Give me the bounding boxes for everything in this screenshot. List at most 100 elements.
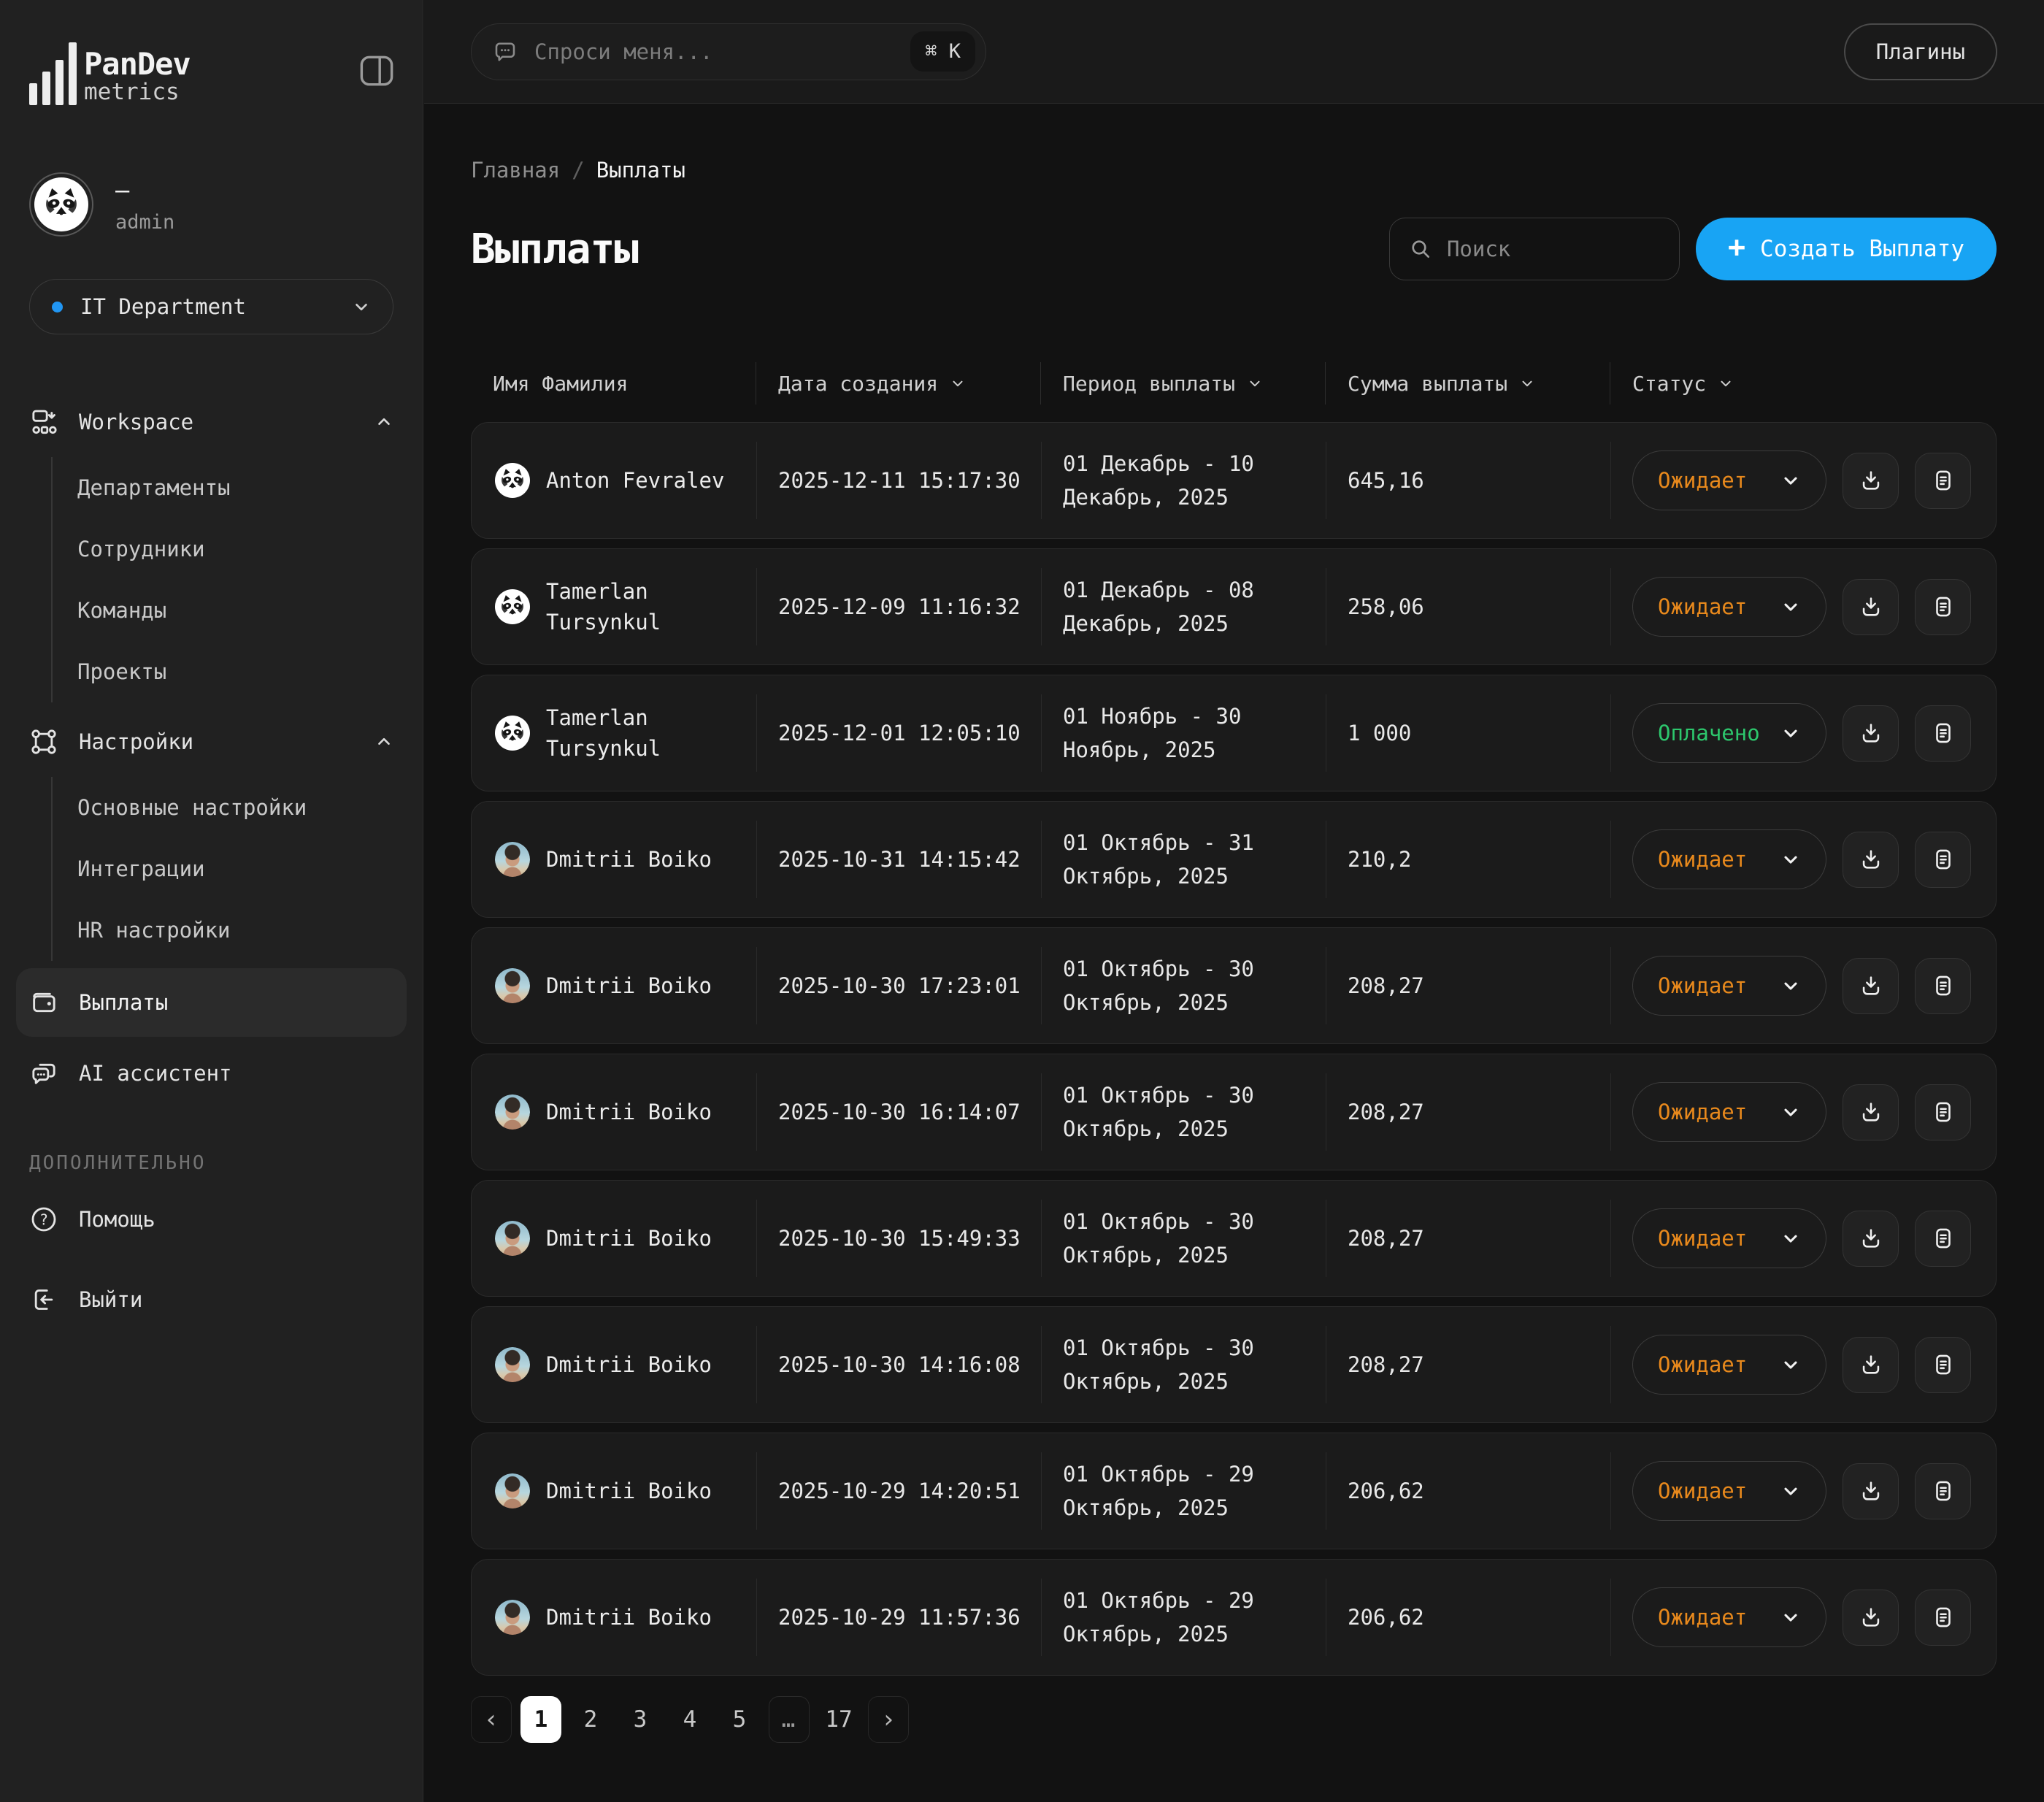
sidebar-collapse-button[interactable] bbox=[360, 55, 393, 86]
sidebar-subitem[interactable]: Департаменты bbox=[77, 457, 393, 518]
status-select[interactable]: Ожидает bbox=[1632, 1587, 1826, 1647]
sidebar-subitem[interactable]: Основные настройки bbox=[77, 777, 393, 838]
brand-name: PanDev bbox=[84, 49, 191, 80]
download-button[interactable] bbox=[1843, 958, 1899, 1014]
status-select[interactable]: Ожидает bbox=[1632, 829, 1826, 889]
pagination-item[interactable]: ‹ bbox=[471, 1696, 512, 1743]
pagination-item[interactable]: 2 bbox=[570, 1696, 611, 1743]
download-button[interactable] bbox=[1843, 1590, 1899, 1646]
created-date: 2025-10-30 15:49:33 bbox=[778, 1226, 1021, 1251]
report-button[interactable] bbox=[1915, 1084, 1971, 1140]
sidebar-subitem[interactable]: HR настройки bbox=[77, 900, 393, 961]
sidebar-subitem[interactable]: Сотрудники bbox=[77, 518, 393, 580]
column-header-status[interactable]: Статус bbox=[1610, 362, 1997, 405]
sidebar-item-label: Настройки bbox=[79, 729, 193, 754]
chevron-down-icon bbox=[1780, 470, 1801, 491]
column-header-name: Имя Фамилия bbox=[471, 362, 756, 405]
create-payment-button[interactable]: + Создать Выплату bbox=[1696, 218, 1997, 280]
payment-period: 01 Октябрь - 29 Октябрь, 2025 bbox=[1041, 1433, 1326, 1549]
download-button[interactable] bbox=[1843, 705, 1899, 762]
sidebar-item-workspace[interactable]: Workspace bbox=[29, 390, 393, 454]
employee-name: Dmitrii Boiko bbox=[546, 1602, 712, 1633]
status-select[interactable]: Ожидает bbox=[1632, 1335, 1826, 1395]
download-button[interactable] bbox=[1843, 453, 1899, 509]
ask-ai-input[interactable] bbox=[534, 39, 894, 64]
status-select[interactable]: Ожидает bbox=[1632, 1208, 1826, 1268]
download-button[interactable] bbox=[1843, 1463, 1899, 1519]
status-label: Ожидает bbox=[1658, 847, 1747, 872]
report-button[interactable] bbox=[1915, 1211, 1971, 1267]
pagination-item[interactable]: › bbox=[868, 1696, 909, 1743]
chevron-down-icon bbox=[1780, 597, 1801, 617]
avatar bbox=[29, 172, 93, 237]
download-icon bbox=[1859, 973, 1883, 998]
sidebar-item-settings[interactable]: Настройки bbox=[29, 710, 393, 774]
table-row: Dmitrii Boiko 2025-10-31 14:15:42 01 Окт… bbox=[471, 801, 1997, 918]
row-avatar bbox=[495, 842, 530, 877]
table-search[interactable] bbox=[1389, 218, 1680, 280]
sidebar-item-payments[interactable]: Выплаты bbox=[16, 968, 407, 1037]
download-button[interactable] bbox=[1843, 579, 1899, 635]
payment-period: 01 Октябрь - 30 Октябрь, 2025 bbox=[1041, 928, 1326, 1043]
download-button[interactable] bbox=[1843, 1337, 1899, 1393]
report-button[interactable] bbox=[1915, 1590, 1971, 1646]
report-button[interactable] bbox=[1915, 832, 1971, 888]
pagination-item[interactable]: 4 bbox=[669, 1696, 710, 1743]
report-button[interactable] bbox=[1915, 1463, 1971, 1519]
column-header-period[interactable]: Период выплаты bbox=[1040, 362, 1325, 405]
download-button[interactable] bbox=[1843, 1084, 1899, 1140]
department-selector[interactable]: IT Department bbox=[29, 279, 393, 334]
chevron-down-icon bbox=[352, 297, 371, 316]
payment-amount: 206,62 bbox=[1348, 1605, 1424, 1630]
pagination-item[interactable]: 1 bbox=[520, 1696, 561, 1743]
document-icon bbox=[1931, 1605, 1956, 1630]
sidebar-subitem[interactable]: Проекты bbox=[77, 641, 393, 702]
breadcrumb-home[interactable]: Главная bbox=[471, 158, 560, 183]
column-header-created[interactable]: Дата создания bbox=[756, 362, 1040, 405]
download-button[interactable] bbox=[1843, 832, 1899, 888]
workspace-subnav: ДепартаментыСотрудникиКомандыПроекты bbox=[51, 457, 393, 702]
status-label: Ожидает bbox=[1658, 594, 1747, 619]
ask-ai-search-bar[interactable]: ⌘ K bbox=[471, 23, 986, 80]
sidebar-item-help[interactable]: ? Помощь bbox=[29, 1184, 393, 1254]
status-select[interactable]: Ожидает bbox=[1632, 577, 1826, 637]
status-select[interactable]: Ожидает bbox=[1632, 1461, 1826, 1521]
report-button[interactable] bbox=[1915, 958, 1971, 1014]
sidebar-item-ai-assistant[interactable]: AI ассистент bbox=[29, 1041, 393, 1105]
status-select[interactable]: Ожидает bbox=[1632, 956, 1826, 1016]
chevron-up-icon bbox=[374, 732, 393, 751]
search-input[interactable] bbox=[1447, 237, 1660, 261]
report-button[interactable] bbox=[1915, 705, 1971, 762]
sidebar-item-logout[interactable]: Выйти bbox=[29, 1265, 393, 1335]
plugins-button[interactable]: Плагины bbox=[1844, 23, 1997, 80]
pagination: ‹ 1 2 3 4 5 … 17 › bbox=[471, 1696, 1997, 1743]
photo-avatar bbox=[495, 968, 530, 1003]
sidebar-subitem[interactable]: Интеграции bbox=[77, 838, 393, 900]
report-button[interactable] bbox=[1915, 579, 1971, 635]
user-name: — bbox=[115, 176, 174, 204]
photo-avatar bbox=[495, 1094, 530, 1130]
column-header-amount[interactable]: Сумма выплаты bbox=[1325, 362, 1610, 405]
status-select[interactable]: Ожидает bbox=[1632, 1082, 1826, 1142]
pagination-item[interactable]: 5 bbox=[719, 1696, 760, 1743]
sidebar-subitem[interactable]: Команды bbox=[77, 580, 393, 641]
svg-text:?: ? bbox=[39, 1211, 48, 1228]
pagination-item[interactable]: … bbox=[769, 1696, 810, 1743]
report-button[interactable] bbox=[1915, 453, 1971, 509]
department-status-dot bbox=[52, 302, 63, 313]
status-select[interactable]: Оплачено bbox=[1632, 703, 1826, 763]
download-button[interactable] bbox=[1843, 1211, 1899, 1267]
payment-period: 01 Октябрь - 30 Октябрь, 2025 bbox=[1041, 1307, 1326, 1422]
report-button[interactable] bbox=[1915, 1337, 1971, 1393]
user-profile[interactable]: — admin bbox=[29, 172, 393, 237]
pagination-item[interactable]: 3 bbox=[620, 1696, 661, 1743]
employee-name: Anton Fevralev bbox=[546, 465, 724, 496]
status-label: Оплачено bbox=[1658, 721, 1760, 745]
pagination-item[interactable]: 17 bbox=[818, 1696, 859, 1743]
status-select[interactable]: Ожидает bbox=[1632, 451, 1826, 510]
settings-subnav: Основные настройкиИнтеграцииHR настройки bbox=[51, 777, 393, 961]
payment-amount: 208,27 bbox=[1348, 973, 1424, 998]
document-icon bbox=[1931, 1352, 1956, 1377]
sidebar-item-label: Помощь bbox=[79, 1207, 155, 1232]
topbar: ⌘ K Плагины bbox=[424, 0, 2044, 104]
